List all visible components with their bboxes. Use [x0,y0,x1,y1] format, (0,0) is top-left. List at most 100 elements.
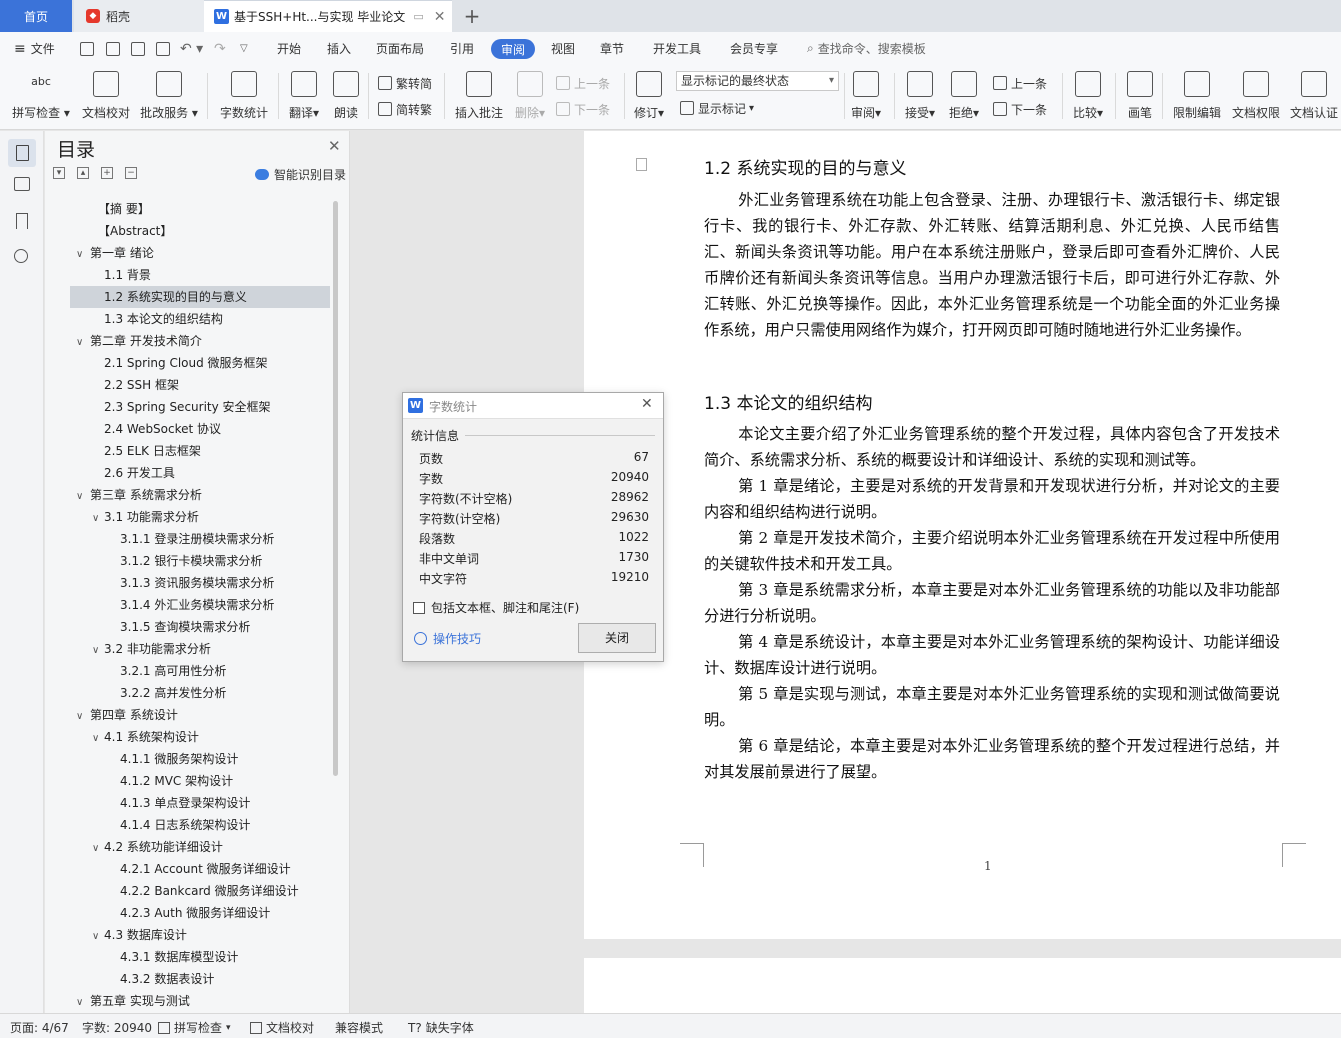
tab-window-icon[interactable]: ▭ [413,10,423,23]
toc-item[interactable]: 2.3 Spring Security 安全框架 [70,396,330,418]
menu-tab-insert[interactable]: 插入 [327,32,351,65]
toc-item[interactable]: ∨ 第一章 绪论 [70,242,330,264]
save-icon[interactable] [80,32,94,65]
compat-mode[interactable]: 兼容模式 [335,1019,383,1036]
close-button[interactable]: 关闭 [578,623,656,653]
toc-item[interactable]: 1.1 背景 [70,264,330,286]
expand-chevron-icon[interactable]: ∨ [92,728,104,750]
print-icon[interactable] [131,32,145,65]
simp-to-trad-button[interactable]: 简转繁 [378,100,432,118]
page-indicator[interactable]: 页面: 4/67 [10,1019,69,1036]
tab-close-icon[interactable]: ✕ [434,9,446,25]
menu-tab-member[interactable]: 会员专享 [730,32,778,65]
document-page[interactable]: 1.2 系统实现的目的与意义 外汇业务管理系统在功能上包含登录、注册、办理银行卡… [584,131,1341,939]
toc-item[interactable]: 4.2.3 Auth 微服务详细设计 [70,902,330,924]
prev-comment-button[interactable]: 上一条 [556,74,610,92]
word-count-indicator[interactable]: 字数: 20940 [82,1019,152,1036]
toc-close-icon[interactable]: ✕ [328,137,341,155]
toc-item[interactable]: 1.3 本论文的组织结构 [70,308,330,330]
paragraph-menu-icon[interactable] [636,158,647,171]
read-aloud-button[interactable]: 朗读 [331,69,361,121]
accept-button[interactable]: 接受▾ [903,69,937,121]
toc-item[interactable]: 3.1.5 查询模块需求分析 [70,616,330,638]
toc-expand-icon[interactable]: ▾ [53,167,65,179]
toc-item[interactable]: 3.1.2 银行卡模块需求分析 [70,550,330,572]
insert-comment-button[interactable]: 插入批注 [452,69,506,121]
dialog-close-icon[interactable]: ✕ [641,396,653,412]
menu-tab-reference[interactable]: 引用 [450,32,474,65]
bookmark-icon[interactable] [16,213,28,229]
status-spell-check[interactable]: 拼写检查 ▾ [158,1019,231,1036]
export-pdf-icon[interactable] [106,32,120,65]
expand-chevron-icon[interactable]: ∨ [76,706,88,728]
toc-item[interactable]: 4.3.1 数据库模型设计 [70,946,330,968]
doc-proof-button[interactable]: 文档校对 [80,69,132,121]
batch-service-button[interactable]: 批改服务 ▾ [140,69,198,121]
toc-item[interactable]: 3.2.2 高并发性分析 [70,682,330,704]
tips-link[interactable]: 操作技巧 [414,630,481,647]
new-tab-button[interactable]: + [458,0,486,32]
toc-item[interactable]: 3.2.1 高可用性分析 [70,660,330,682]
markup-mode-select[interactable]: 显示标记的最终状态 [676,71,839,91]
menu-tab-view[interactable]: 视图 [551,32,575,65]
menu-tab-developer[interactable]: 开发工具 [653,32,701,65]
status-missing-font[interactable]: T? 缺失字体 [408,1019,474,1036]
prev-change-button[interactable]: 上一条 [993,74,1047,92]
review-pane-button[interactable]: 审阅▾ [849,69,883,121]
file-menu[interactable]: ≡ 文件 [14,32,55,65]
doc-permission-button[interactable]: 文档权限 [1230,69,1282,121]
toc-item[interactable]: ∨ 第二章 开发技术简介 [70,330,330,352]
redo-icon[interactable]: ↷ [214,32,226,65]
expand-chevron-icon[interactable]: ∨ [76,486,88,508]
toc-item[interactable]: ∨ 4.3 数据库设计 [70,924,330,946]
translate-button[interactable]: 翻译▾ [286,69,322,121]
toc-item[interactable]: 4.1.4 日志系统架构设计 [70,814,330,836]
expand-chevron-icon[interactable]: ∨ [76,992,88,1013]
toc-item[interactable]: ∨ 3.1 功能需求分析 [70,506,330,528]
quick-access-dropdown-icon[interactable]: ▽ [240,32,248,65]
toc-item[interactable]: ∨ 第三章 系统需求分析 [70,484,330,506]
trad-to-simp-button[interactable]: 繁转简 [378,74,432,92]
toc-item[interactable]: ∨ 第四章 系统设计 [70,704,330,726]
restrict-edit-button[interactable]: 限制编辑 [1171,69,1223,121]
spell-check-button[interactable]: abc 拼写检查 ▾ [10,69,72,121]
smart-toc-button[interactable]: 智能识别目录 [255,166,346,183]
expand-chevron-icon[interactable]: ∨ [92,926,104,948]
menu-tab-review[interactable]: 审阅 [491,39,536,59]
status-doc-proof[interactable]: 文档校对 [250,1019,314,1036]
toc-item[interactable]: 2.5 ELK 日志框架 [70,440,330,462]
toc-item[interactable]: ∨ 3.2 非功能需求分析 [70,638,330,660]
find-icon[interactable] [14,249,28,263]
expand-chevron-icon[interactable]: ∨ [92,838,104,860]
command-search[interactable]: ⌕ 查找命令、搜索模板 [807,32,926,65]
tab-home[interactable]: 首页 [0,0,72,32]
toc-scrollbar[interactable] [333,201,338,776]
toc-item[interactable]: 【摘 要】 [70,198,330,220]
toc-item[interactable]: 1.2 系统实现的目的与意义 [70,286,330,308]
revise-button[interactable]: 修订▾ [632,69,666,121]
toc-remove-icon[interactable]: − [125,167,137,179]
toc-item[interactable]: 4.2.1 Account 微服务详细设计 [70,858,330,880]
expand-chevron-icon[interactable]: ∨ [76,332,88,354]
next-change-button[interactable]: 下一条 [993,100,1047,118]
toc-item[interactable]: 4.3.2 数据表设计 [70,968,330,990]
next-comment-button[interactable]: 下一条 [556,100,610,118]
show-markup-button[interactable]: 显示标记 ▾ [680,99,754,117]
reject-button[interactable]: 拒绝▾ [947,69,981,121]
print-preview-icon[interactable] [156,32,170,65]
toc-item[interactable]: 4.2.2 Bankcard 微服务详细设计 [70,880,330,902]
include-textbox-checkbox[interactable]: 包括文本框、脚注和尾注(F) [413,599,579,616]
toc-item[interactable]: 2.4 WebSocket 协议 [70,418,330,440]
dialog-titlebar[interactable]: W 字数统计 ✕ [403,393,663,419]
menu-tab-start[interactable]: 开始 [277,32,301,65]
toc-item[interactable]: 【Abstract】 [70,220,330,242]
expand-chevron-icon[interactable]: ∨ [76,244,88,266]
toc-item[interactable]: 4.1.3 单点登录架构设计 [70,792,330,814]
undo-icon[interactable]: ↶ ▾ [180,32,203,65]
toc-item[interactable]: 3.1.3 资讯服务模块需求分析 [70,572,330,594]
word-count-button[interactable]: 字数统计 [217,69,271,121]
toc-collapse-icon[interactable]: ▴ [77,167,89,179]
toc-item[interactable]: ∨ 第五章 实现与测试 [70,990,330,1012]
tab-daoke[interactable]: ◆ 稻壳 [74,0,204,32]
delete-comment-button[interactable]: 删除▾ [512,69,548,121]
